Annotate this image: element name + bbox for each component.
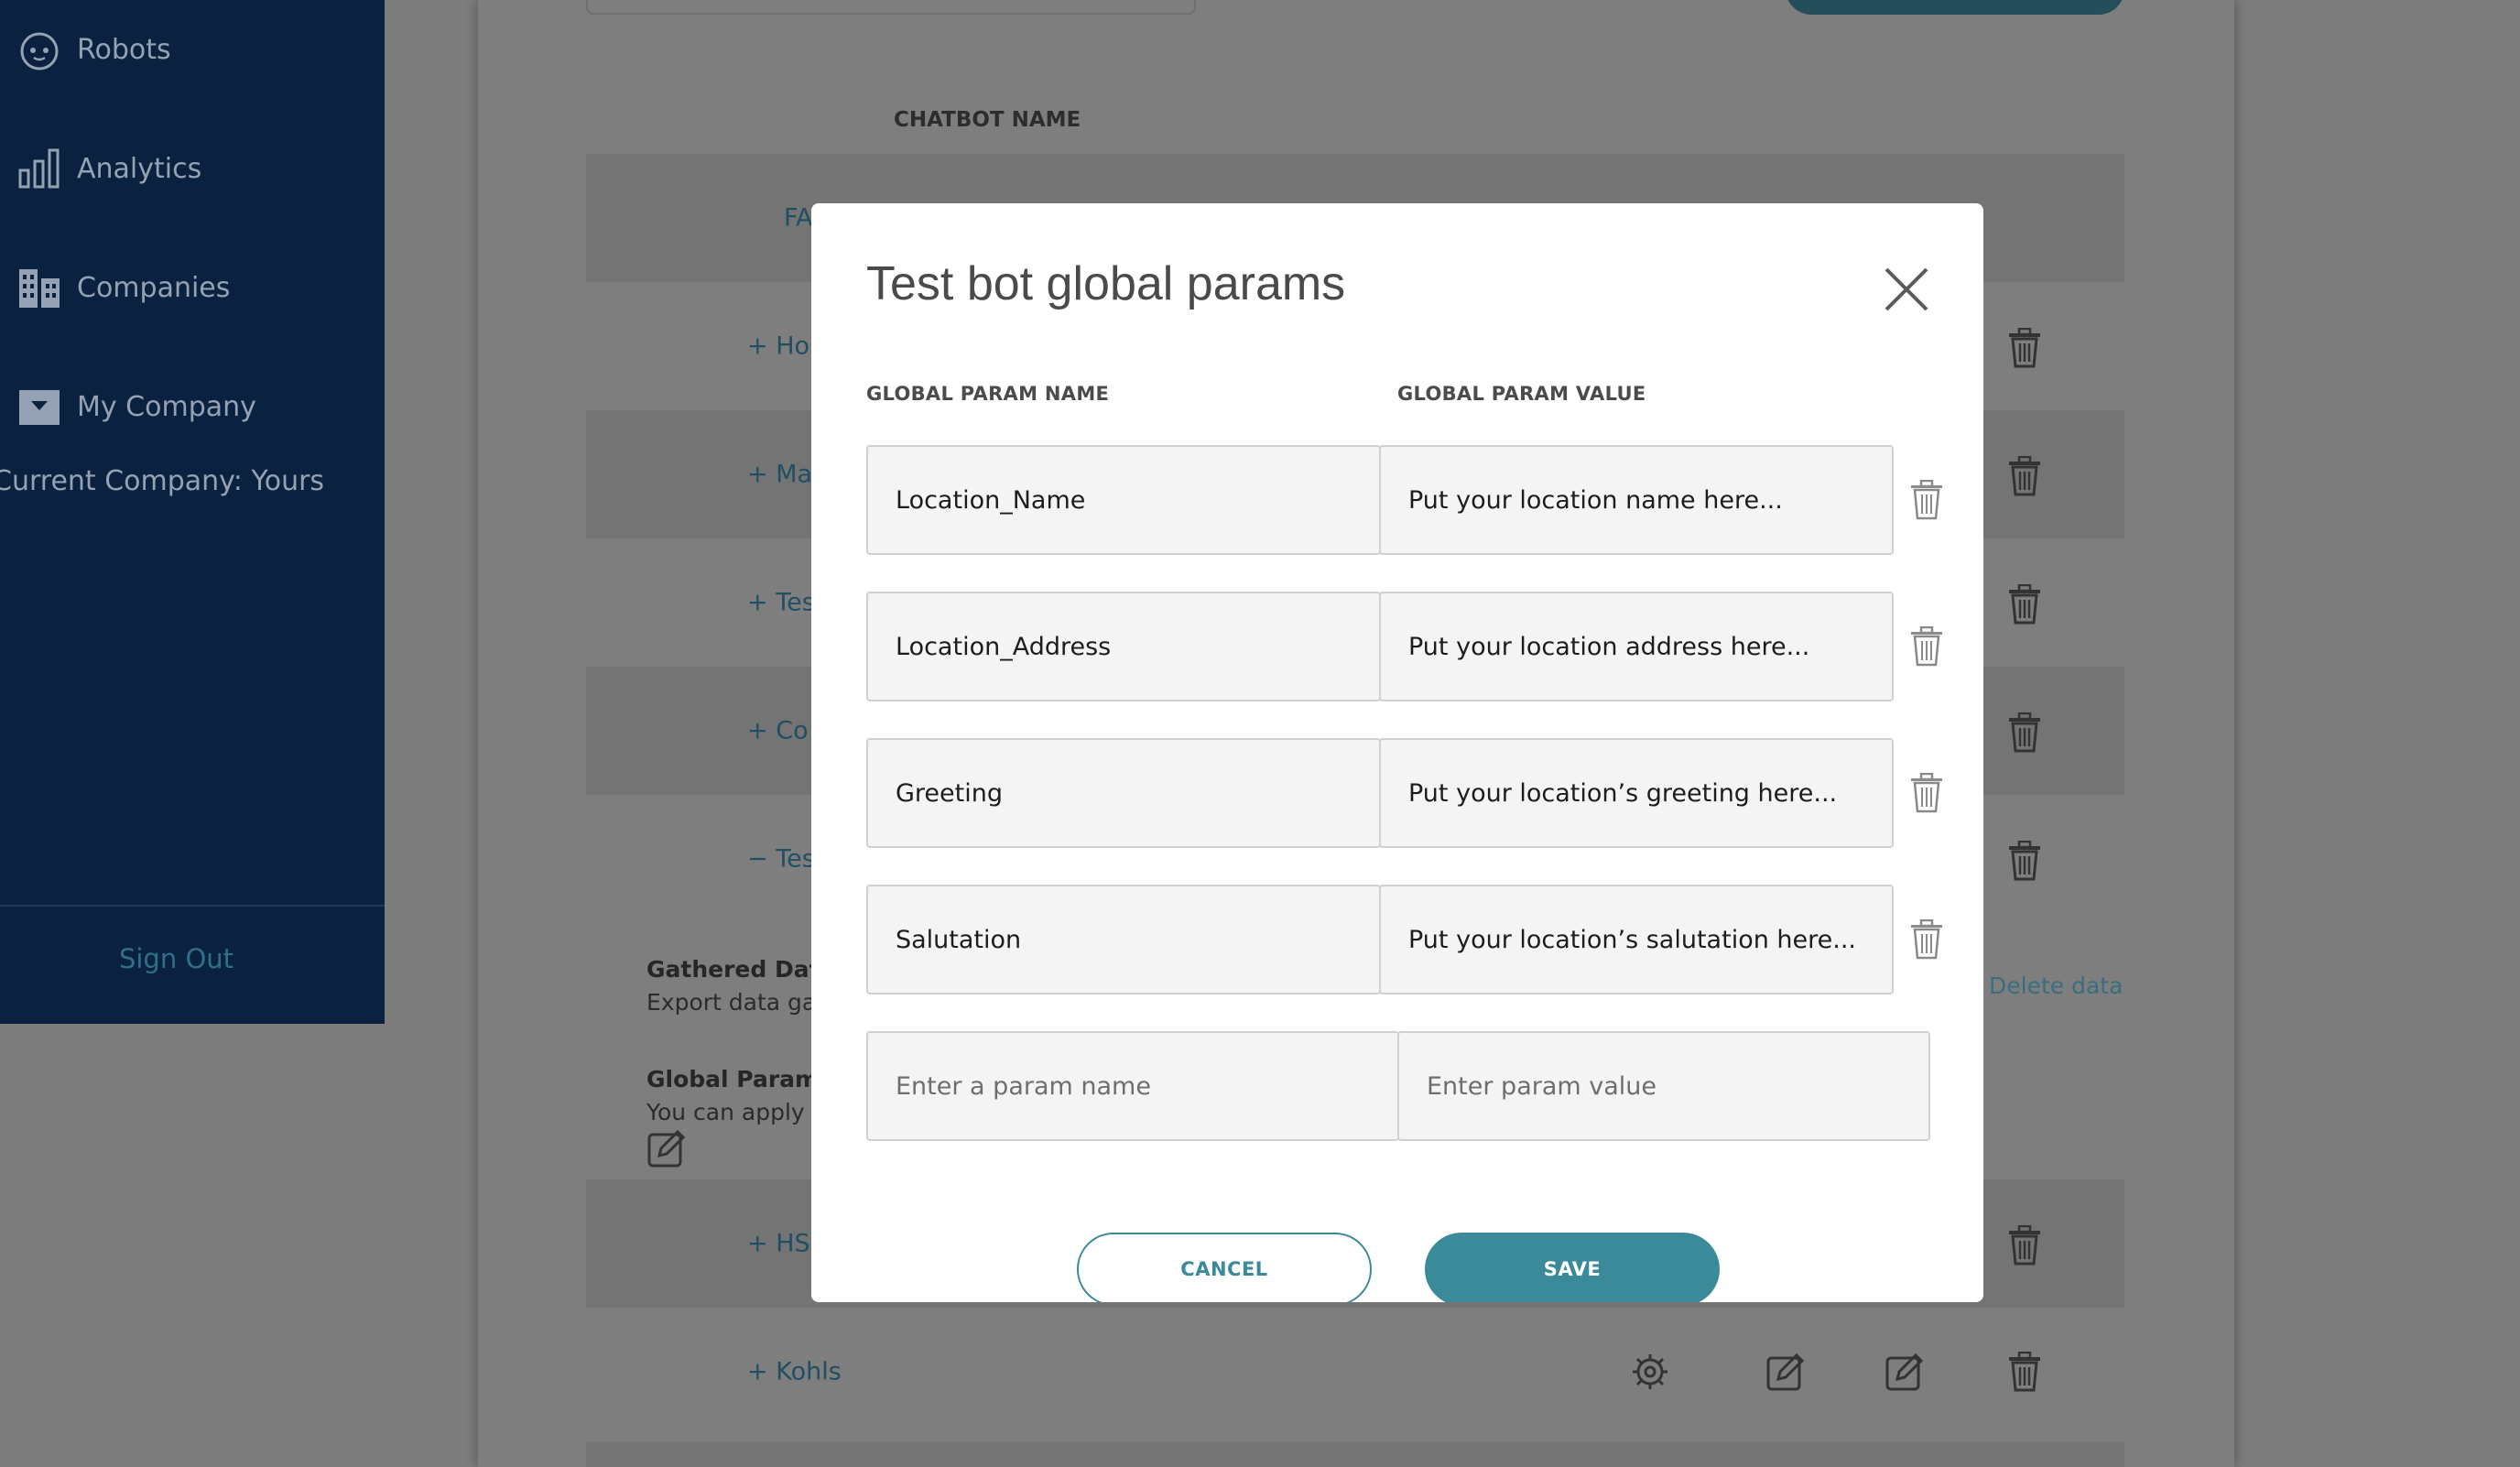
current-company: Current Company: Yours <box>0 465 325 497</box>
sidebar-item-my-company[interactable]: My Company <box>16 379 256 434</box>
sidebar-item-analytics[interactable]: Analytics <box>16 141 201 196</box>
row-label[interactable]: + Ma <box>747 461 812 489</box>
trash-icon[interactable] <box>1910 772 1943 813</box>
trash-icon[interactable] <box>2007 840 2042 881</box>
edit-icon[interactable] <box>1765 1352 1806 1392</box>
bar-chart-icon <box>16 146 62 191</box>
row-label[interactable]: + Kohls <box>747 1358 842 1386</box>
delete-data-link[interactable]: Delete data <box>1989 973 2123 999</box>
sidebar-item-label: Robots <box>77 33 171 66</box>
param-value-field[interactable]: Put your location address here... <box>1379 592 1894 701</box>
row-label[interactable]: + Co <box>747 717 809 745</box>
param-name-field[interactable]: Location_Name <box>866 445 1381 555</box>
sidebar-divider <box>0 905 385 907</box>
param-name-field[interactable]: Location_Address <box>866 592 1381 701</box>
param-name-field[interactable]: Salutation <box>866 885 1381 994</box>
trash-icon[interactable] <box>1910 918 1943 960</box>
trash-icon[interactable] <box>2007 327 2042 368</box>
robot-icon <box>16 27 62 72</box>
new-param-name-input[interactable]: Enter a param name <box>866 1031 1399 1141</box>
trash-icon[interactable] <box>2007 1351 2042 1392</box>
trash-icon[interactable] <box>2007 712 2042 753</box>
trash-icon[interactable] <box>1910 625 1943 667</box>
sidebar-item-label: My Company <box>77 390 256 423</box>
modal-title: Test bot global params <box>866 257 1346 310</box>
edit-params-icon[interactable] <box>646 1128 687 1168</box>
trash-icon[interactable] <box>2007 1224 2042 1266</box>
sidebar-item-companies[interactable]: Companies <box>16 260 230 315</box>
cancel-button[interactable]: CANCEL <box>1077 1233 1372 1302</box>
sidebar: Robots Analytics Companies My Company Cu… <box>0 0 385 1024</box>
param-name-field[interactable]: Greeting <box>866 738 1381 848</box>
table-row <box>586 1441 2124 1467</box>
gear-icon[interactable] <box>1630 1352 1670 1392</box>
row-label[interactable]: + Tes <box>747 589 815 617</box>
column-header-param-value: GLOBAL PARAM VALUE <box>1397 383 1646 405</box>
save-button[interactable]: SAVE <box>1425 1233 1720 1302</box>
row-label[interactable]: + HS <box>747 1230 810 1258</box>
sidebar-item-label: Companies <box>77 271 231 304</box>
trash-icon[interactable] <box>2007 583 2042 625</box>
global-params-desc: You can apply th <box>646 1099 836 1125</box>
edit-icon[interactable] <box>1885 1352 1925 1392</box>
sign-out-link[interactable]: Sign Out <box>0 943 353 974</box>
new-param-value-input[interactable]: Enter param value <box>1397 1031 1930 1141</box>
search-input[interactable] <box>586 0 1196 15</box>
column-header-chatbot-name: CHATBOT NAME <box>894 108 1081 132</box>
close-icon[interactable] <box>1883 266 1930 313</box>
row-label[interactable]: − Tes <box>747 845 815 874</box>
param-value-field[interactable]: Put your location name here... <box>1379 445 1894 555</box>
sidebar-item-label: Analytics <box>77 152 202 185</box>
folder-icon <box>16 384 62 429</box>
row-label[interactable]: + Ho <box>747 332 809 361</box>
row-label[interactable]: FA <box>784 204 813 233</box>
param-value-field[interactable]: Put your location’s salutation here... <box>1379 885 1894 994</box>
sidebar-item-robots[interactable]: Robots <box>16 22 171 77</box>
trash-icon[interactable] <box>2007 455 2042 496</box>
column-header-param-name: GLOBAL PARAM NAME <box>866 383 1110 405</box>
global-params-modal: Test bot global params GLOBAL PARAM NAME… <box>811 203 1983 1302</box>
trash-icon[interactable] <box>1910 479 1943 520</box>
add-chatbot-button[interactable] <box>1786 0 2124 15</box>
param-value-field[interactable]: Put your location’s greeting here... <box>1379 738 1894 848</box>
gathered-data-title: Gathered Data <box>646 956 836 983</box>
building-icon <box>16 265 62 310</box>
